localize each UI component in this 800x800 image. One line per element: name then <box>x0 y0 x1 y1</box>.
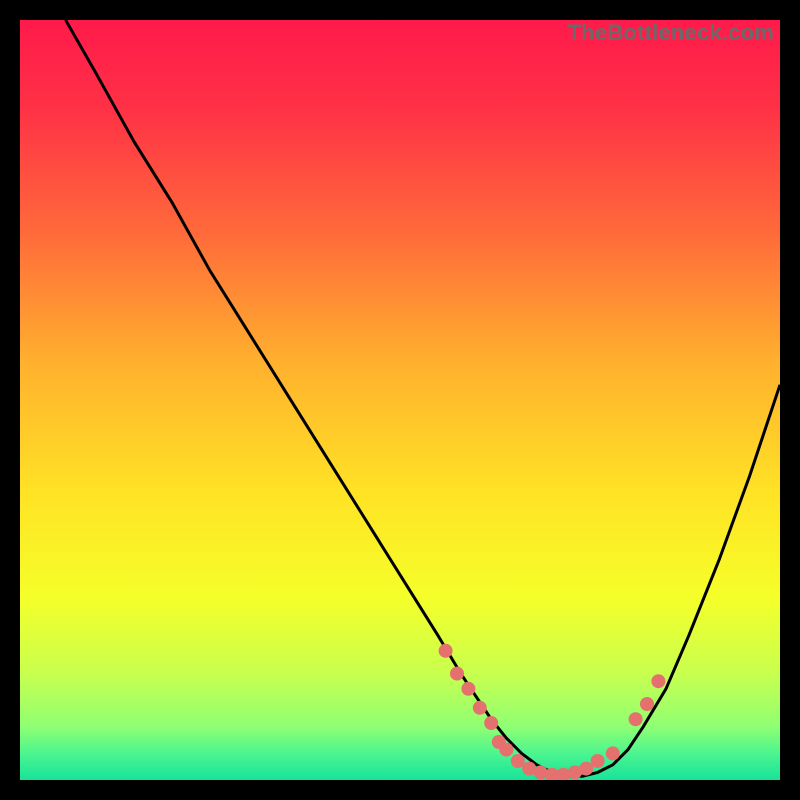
gradient-background <box>20 20 780 780</box>
chart-frame: TheBottleneck.com <box>20 20 780 780</box>
data-point <box>651 674 665 688</box>
data-point <box>640 697 654 711</box>
data-point <box>629 712 643 726</box>
data-point <box>473 701 487 715</box>
data-point <box>591 754 605 768</box>
data-point <box>579 762 593 776</box>
data-point <box>606 746 620 760</box>
data-point <box>450 667 464 681</box>
bottleneck-chart <box>20 20 780 780</box>
data-point <box>499 743 513 757</box>
data-point <box>511 754 525 768</box>
watermark-text: TheBottleneck.com <box>568 20 774 46</box>
data-point <box>461 682 475 696</box>
data-point <box>484 716 498 730</box>
data-point <box>439 644 453 658</box>
